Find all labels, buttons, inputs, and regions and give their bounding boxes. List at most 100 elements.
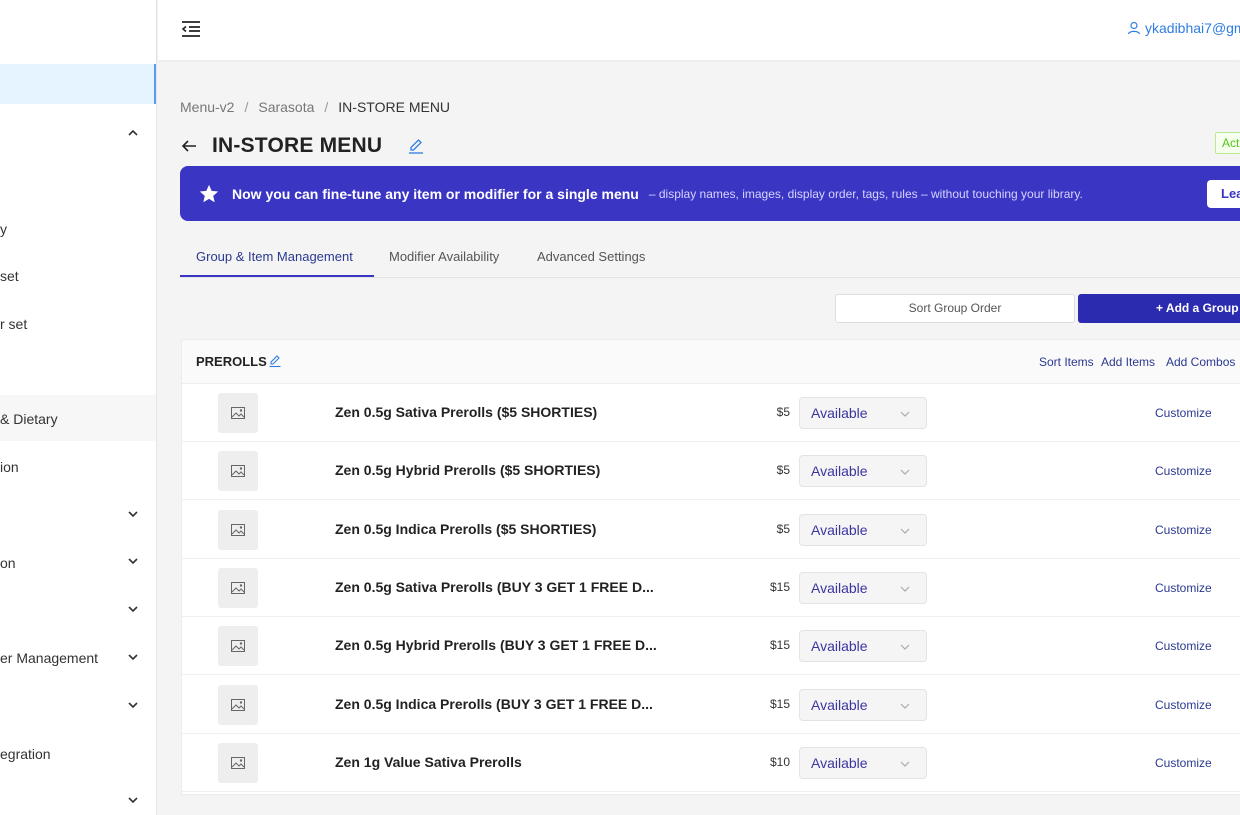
user-icon — [1127, 21, 1141, 35]
availability-select[interactable]: Available — [799, 746, 927, 779]
group-card: PREROLLS Sort Items Add Items Add Combos… — [181, 339, 1240, 795]
group-header: PREROLLS Sort Items Add Items Add Combos — [182, 340, 1240, 384]
item-price: $10 — [769, 754, 790, 769]
item-price: $5 — [776, 405, 790, 419]
sidebar-item-active[interactable] — [0, 64, 156, 104]
availability-select[interactable]: Available — [799, 571, 927, 604]
item-price: $15 — [769, 638, 790, 653]
table-row: Zen 0.5g Hybrid Prerolls ($5 SHORTIES) $… — [182, 442, 1240, 501]
sidebar-item-8[interactable]: egration — [0, 734, 156, 774]
availability-value: Available — [811, 463, 868, 480]
tab-advanced-settings[interactable]: Advanced Settings — [537, 249, 645, 264]
learn-more-button[interactable]: Lea — [1207, 180, 1240, 208]
item-name: Zen 0.5g Sativa Prerolls ($5 SHORTIES) — [335, 404, 598, 420]
tab-modifier-availability[interactable]: Modifier Availability — [389, 249, 499, 264]
chevron-down-icon[interactable] — [126, 507, 140, 521]
availability-select[interactable]: Available — [799, 397, 927, 429]
availability-select[interactable]: Available — [799, 455, 927, 488]
chevron-down-icon[interactable] — [126, 602, 140, 616]
breadcrumb: Menu-v2 / Sarasota / IN-STORE MENU — [180, 99, 450, 115]
item-thumbnail[interactable] — [218, 451, 258, 492]
availability-select[interactable]: Available — [799, 630, 927, 663]
table-row: Zen 0.5g Indica Prerolls ($5 SHORTIES) $… — [182, 501, 1240, 559]
sidebar-item-2[interactable]: set — [0, 256, 156, 296]
customize-link[interactable]: Customize — [1155, 639, 1212, 653]
item-thumbnail[interactable] — [218, 684, 258, 725]
customize-link[interactable]: Customize — [1155, 756, 1212, 770]
user-menu[interactable]: ykadibhai7@gm — [1127, 20, 1240, 36]
breadcrumb-item[interactable]: Menu-v2 — [180, 99, 234, 115]
item-name: Zen 1g Value Sativa Prerolls — [335, 753, 522, 770]
user-email: ykadibhai7@gm — [1145, 20, 1240, 36]
sidebar-item-5[interactable]: ion — [0, 447, 156, 487]
sidebar-item-4[interactable]: & Dietary — [0, 399, 156, 439]
availability-select[interactable]: Available — [799, 688, 927, 721]
tab-group-item-management[interactable]: Group & Item Management — [196, 249, 353, 264]
arrow-left-icon[interactable] — [180, 137, 198, 155]
star-icon — [199, 184, 219, 202]
chevron-down-icon[interactable] — [126, 698, 140, 712]
add-group-button[interactable]: + Add a Group — [1078, 294, 1240, 323]
chevron-down-icon — [900, 528, 910, 534]
chevron-up-icon[interactable] — [126, 126, 140, 140]
availability-value: Available — [811, 638, 868, 655]
item-price: $5 — [776, 521, 790, 536]
chevron-down-icon[interactable] — [126, 554, 140, 568]
sort-group-order-button[interactable]: Sort Group Order — [835, 294, 1075, 323]
availability-select[interactable]: Available — [799, 513, 927, 546]
image-placeholder-icon — [231, 756, 245, 769]
item-name: Zen 0.5g Indica Prerolls (BUY 3 GET 1 FR… — [335, 695, 653, 712]
item-name: Zen 0.5g Hybrid Prerolls ($5 SHORTIES) — [335, 462, 601, 479]
edit-pencil-icon[interactable] — [268, 354, 282, 368]
availability-value: Available — [811, 521, 868, 538]
table-row: Zen 0.5g Indica Prerolls (BUY 3 GET 1 FR… — [182, 676, 1240, 734]
customize-link[interactable]: Customize — [1155, 464, 1212, 478]
sidebar: y set r set & Dietary ion on er Manageme… — [0, 0, 157, 815]
item-thumbnail[interactable] — [218, 567, 258, 608]
image-placeholder-icon — [231, 465, 245, 478]
item-name: Zen 0.5g Sativa Prerolls (BUY 3 GET 1 FR… — [335, 578, 654, 595]
title-row: IN-STORE MENU — [180, 132, 425, 160]
image-placeholder-icon — [231, 523, 245, 536]
item-price: $15 — [769, 579, 790, 594]
customize-link[interactable]: Customize — [1155, 581, 1212, 595]
tab-ink-bar — [180, 275, 374, 277]
announcement-banner: Now you can fine-tune any item or modifi… — [180, 166, 1240, 221]
sidebar-item-3[interactable]: r set — [0, 304, 156, 344]
page-title: IN-STORE MENU — [212, 134, 383, 157]
item-thumbnail[interactable] — [218, 509, 258, 550]
item-thumbnail[interactable] — [218, 626, 258, 667]
customize-link[interactable]: Customize — [1155, 523, 1212, 537]
add-items-link[interactable]: Add Items — [1101, 355, 1155, 369]
item-thumbnail[interactable] — [218, 393, 258, 433]
table-row: Zen 0.5g Sativa Prerolls (BUY 3 GET 1 FR… — [182, 559, 1240, 617]
image-placeholder-icon — [231, 698, 245, 711]
availability-value: Available — [811, 696, 868, 713]
banner-headline: Now you can fine-tune any item or modifi… — [232, 185, 639, 202]
chevron-down-icon[interactable] — [126, 650, 140, 664]
sidebar-item-1[interactable]: y — [0, 209, 156, 249]
chevron-down-icon — [900, 703, 910, 709]
breadcrumb-current: IN-STORE MENU — [338, 99, 451, 115]
tab-bar: Group & Item Management Modifier Availab… — [180, 240, 1240, 278]
item-thumbnail[interactable] — [218, 742, 258, 783]
menu-fold-icon[interactable] — [180, 18, 202, 40]
item-price: $5 — [776, 463, 790, 478]
table-row: Zen 0.5g Sativa Prerolls ($5 SHORTIES) $… — [182, 384, 1240, 442]
chevron-down-icon — [900, 761, 910, 767]
chevron-down-icon — [900, 411, 910, 417]
top-bar: ykadibhai7@gm — [158, 0, 1240, 60]
breadcrumb-item[interactable]: Sarasota — [258, 99, 314, 115]
image-placeholder-icon — [231, 407, 245, 419]
add-combos-link[interactable]: Add Combos — [1166, 355, 1235, 369]
customize-link[interactable]: Customize — [1155, 406, 1212, 420]
group-name: PREROLLS — [196, 354, 267, 369]
chevron-down-icon — [900, 644, 910, 651]
edit-pencil-icon[interactable] — [407, 137, 425, 155]
table-row: Zen 1g Value Sativa Prerolls $10 Availab… — [182, 734, 1240, 792]
chevron-down-icon[interactable] — [126, 793, 140, 807]
availability-value: Available — [811, 579, 868, 596]
customize-link[interactable]: Customize — [1155, 698, 1212, 712]
availability-value: Available — [811, 754, 868, 771]
sort-items-link[interactable]: Sort Items — [1039, 355, 1094, 369]
